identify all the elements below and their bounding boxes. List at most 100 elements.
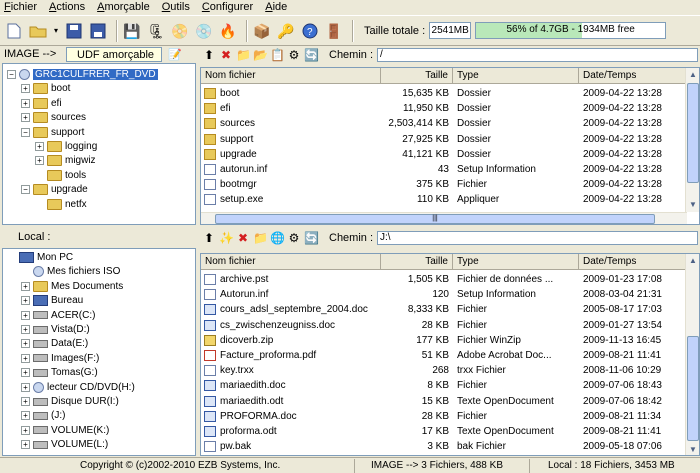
column-type[interactable]: Type <box>453 254 579 270</box>
scroll-down-icon[interactable]: ▼ <box>686 198 699 212</box>
extract-icon[interactable]: 💾 <box>122 21 142 41</box>
tree-node[interactable]: + Tomas(G:) <box>21 366 98 379</box>
tree-node[interactable]: tools <box>35 169 86 182</box>
save-as-icon[interactable] <box>88 21 108 41</box>
expand-icon[interactable]: + <box>21 296 30 306</box>
compress-icon[interactable]: 🗜 <box>146 21 166 41</box>
tree-node[interactable]: Mes fichiers ISO <box>21 265 120 278</box>
scroll-up-icon[interactable]: ▲ <box>686 68 699 82</box>
tree-node[interactable]: + Mes Documents <box>21 280 123 293</box>
file-row[interactable]: proforma.odt 17 KB Texte OpenDocument 2009-… <box>201 424 687 439</box>
boot-type-field[interactable]: UDF amorçable <box>66 47 162 62</box>
expand-icon[interactable]: + <box>35 156 44 166</box>
refresh-icon[interactable]: 🔄 <box>304 231 319 245</box>
help-icon[interactable]: ? <box>300 21 320 41</box>
mount-icon[interactable]: 📀 <box>170 21 190 41</box>
file-row[interactable]: autorun.inf 43 Setup Information 2009-04-22… <box>201 162 687 177</box>
file-row[interactable]: efi 11,950 KB Dossier 2009-04-22 13:28 <box>201 101 687 116</box>
scroll-up-icon[interactable]: ▲ <box>686 254 699 268</box>
settings-icon[interactable]: ⚙ <box>287 231 301 245</box>
tree-node[interactable]: Mon PC <box>7 251 73 264</box>
file-row[interactable]: Facture_proforma.pdf 51 KB Adobe Acrobat D… <box>201 348 687 363</box>
file-row[interactable]: mariaedith.odt 15 KB Texte OpenDocument 200… <box>201 394 687 409</box>
delete-icon[interactable]: ✖ <box>236 231 250 245</box>
column-name[interactable]: Nom fichier <box>201 68 381 84</box>
expand-icon[interactable]: + <box>21 353 30 363</box>
local-tree-panel[interactable]: Mon PC Mes fichiers ISO + Mes Documents + Bur… <box>2 248 196 456</box>
refresh-icon[interactable]: 🔄 <box>304 48 319 62</box>
menu-outils[interactable]: Outils <box>162 1 190 13</box>
tree-node[interactable]: + ACER(C:) <box>21 309 95 322</box>
local-path-field[interactable]: J:\ <box>377 230 698 245</box>
menu-actions[interactable]: Actions <box>49 1 85 13</box>
tree-node[interactable]: + boot <box>21 82 70 95</box>
column-date[interactable]: Date/Temps <box>579 254 687 270</box>
image-tree-panel[interactable]: − GRC1CULFRER_FR_DVD + boot + efi + sources − sup… <box>2 63 196 225</box>
file-row[interactable]: setup.exe 110 KB Appliquer 2009-04-22 13:28 <box>201 192 687 207</box>
exit-icon[interactable]: 🚪 <box>324 21 344 41</box>
local-file-list[interactable]: Nom fichier Taille Type Date/Temps ▲ ▼ a… <box>200 253 700 456</box>
new-folder-icon[interactable]: 📁 <box>236 48 251 62</box>
collapse-icon[interactable]: − <box>21 127 30 137</box>
expand-icon[interactable]: + <box>21 310 30 320</box>
expand-icon[interactable]: + <box>21 368 30 378</box>
up-level-icon[interactable]: ⬆ <box>202 231 216 245</box>
tree-node[interactable]: + Bureau <box>21 294 83 307</box>
menu-aide[interactable]: Aide <box>265 1 287 13</box>
tree-node[interactable]: − support <box>21 126 84 139</box>
column-size[interactable]: Taille <box>381 68 453 84</box>
file-row[interactable]: upgrade 41,121 KB Dossier 2009-04-22 13:28 <box>201 147 687 162</box>
tree-node[interactable]: + migwiz <box>35 154 96 167</box>
tree-node[interactable]: + VOLUME(K:) <box>21 424 109 437</box>
expand-icon[interactable]: + <box>21 382 30 392</box>
tree-node[interactable]: + Vista(D:) <box>21 323 90 336</box>
menu-configurer[interactable]: Configurer <box>202 1 253 13</box>
expand-icon[interactable]: + <box>21 113 30 123</box>
virtual-drive-icon[interactable]: 🔥 <box>218 21 238 41</box>
save-icon[interactable] <box>64 21 84 41</box>
expand-icon[interactable]: + <box>21 411 30 421</box>
expand-icon[interactable]: + <box>21 325 30 334</box>
new-file-icon[interactable] <box>4 21 24 41</box>
file-row[interactable]: PROFORMA.doc 28 KB Fichier 2009-08-21 11:34 <box>201 409 687 424</box>
expand-icon[interactable]: + <box>21 281 30 291</box>
tree-node[interactable]: + (J:) <box>21 409 65 422</box>
up-level-icon[interactable]: ⬆ <box>202 48 216 62</box>
collapse-icon[interactable]: − <box>7 70 16 79</box>
boot-properties-icon[interactable]: 📝 <box>168 48 182 62</box>
column-name[interactable]: Nom fichier <box>201 254 381 270</box>
tree-node[interactable]: + Disque DUR(I:) <box>21 395 119 408</box>
tree-node[interactable]: − upgrade <box>21 183 88 196</box>
settings-icon[interactable]: ⚙ <box>287 48 301 62</box>
network-icon[interactable]: 🌐 <box>270 231 285 245</box>
tree-node[interactable]: + lecteur CD/DVD(H:) <box>21 381 135 394</box>
tree-node[interactable]: + Data(E:) <box>21 337 88 350</box>
file-row[interactable]: key.trxx 268 trxx Fichier 2008-11-06 10:29 <box>201 363 687 378</box>
expand-icon[interactable]: + <box>21 397 30 406</box>
tree-node[interactable]: + Images(F:) <box>21 352 99 365</box>
register-icon[interactable]: 🔑 <box>276 21 296 41</box>
properties-icon[interactable]: 📋 <box>270 48 285 62</box>
scroll-thumb[interactable] <box>687 83 699 183</box>
column-type[interactable]: Type <box>453 68 579 84</box>
scroll-thumb[interactable] <box>687 336 699 441</box>
expand-icon[interactable]: + <box>35 142 44 151</box>
new-folder-icon[interactable]: 📁 <box>253 231 268 245</box>
image-path-field[interactable]: / <box>377 47 698 62</box>
hscroll-thumb[interactable]: ||| <box>215 214 655 224</box>
dropdown-arrow-icon[interactable]: ▾ <box>52 21 60 41</box>
rename-icon[interactable]: 📂 <box>253 48 268 62</box>
file-row[interactable]: boot 15,635 KB Dossier 2009-04-22 13:28 <box>201 86 687 101</box>
file-row[interactable]: sources 2,503,414 KB Dossier 2009-04-22 13:… <box>201 116 687 131</box>
file-row[interactable]: bootmgr 375 KB Fichier 2009-04-22 13:28 <box>201 177 687 192</box>
local-list-vscrollbar[interactable]: ▲ ▼ <box>685 254 699 455</box>
scroll-down-icon[interactable]: ▼ <box>686 443 699 455</box>
file-row[interactable]: dicoverb.zip 177 KB Fichier WinZip 2009-11-… <box>201 333 687 348</box>
file-row[interactable]: Autorun.inf 120 Setup Information 2008-03-0… <box>201 287 687 302</box>
file-row[interactable]: cours_adsl_septembre_2004.doc 8,333 KB Fic… <box>201 302 687 317</box>
file-row[interactable]: archive.pst 1,505 KB Fichier de données ..… <box>201 272 687 287</box>
expand-icon[interactable]: + <box>21 339 30 349</box>
open-folder-icon[interactable] <box>28 21 48 41</box>
tree-node[interactable]: + VOLUME(L:) <box>21 438 108 451</box>
tree-node[interactable]: + sources <box>21 111 86 124</box>
